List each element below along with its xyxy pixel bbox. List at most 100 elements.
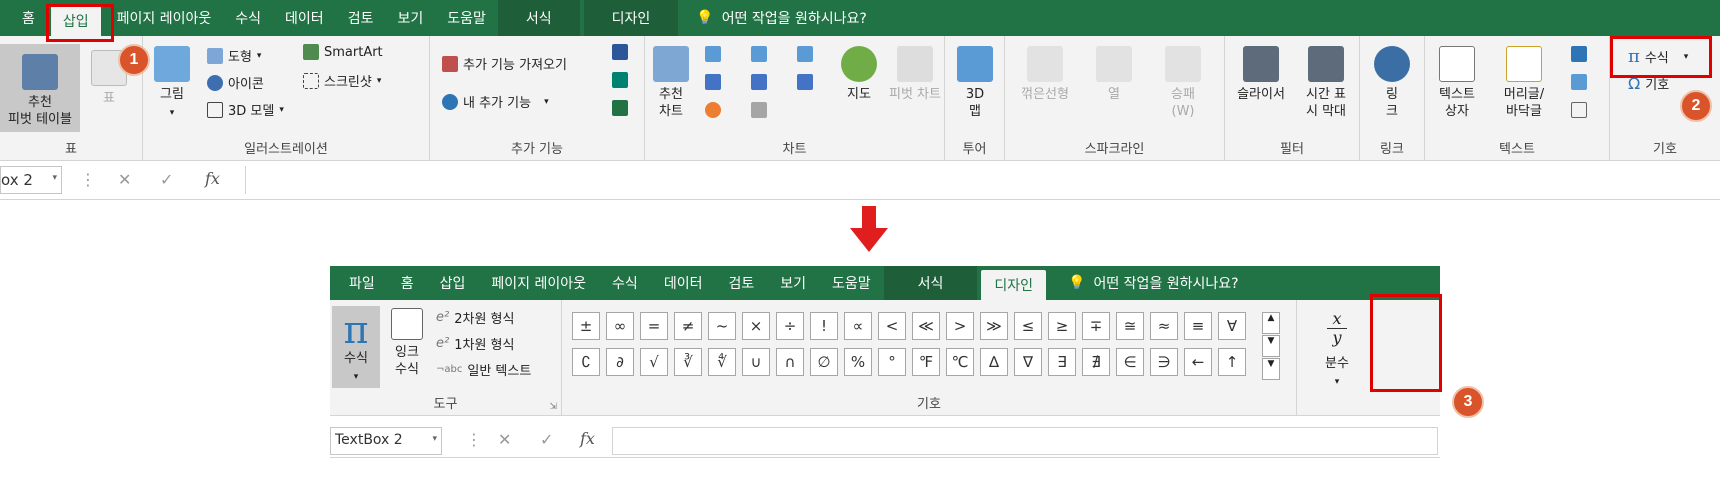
symbol-button[interactable]: ∅ xyxy=(810,348,838,376)
symbol-button[interactable]: ≪ xyxy=(912,312,940,340)
column-chart-icon[interactable] xyxy=(705,46,721,62)
symbol-button[interactable]: ! xyxy=(810,312,838,340)
symbol-button[interactable]: ∆ xyxy=(980,348,1008,376)
recommended-charts-button[interactable]: 추천 차트 xyxy=(647,46,695,120)
dialog-launcher-icon[interactable]: ⇲ xyxy=(549,402,557,412)
pivot-chart-button[interactable]: 피벗 차트 xyxy=(885,46,945,103)
symbol-button[interactable]: ° xyxy=(878,348,906,376)
symbol-button[interactable]: ∞ xyxy=(606,312,634,340)
symbol-button[interactable]: > xyxy=(946,312,974,340)
maps-button[interactable]: 지도 xyxy=(839,46,879,103)
symbol-button[interactable]: ∄ xyxy=(1082,348,1110,376)
sparkline-line-button[interactable]: 꺾은선형 xyxy=(1013,46,1077,103)
symbol-button[interactable]: ≈ xyxy=(1150,312,1178,340)
name-box[interactable]: TextBox 2 ▾ xyxy=(330,427,442,455)
picture-button[interactable]: 그림 ▾ xyxy=(149,46,195,122)
smartart-button[interactable]: SmartArt xyxy=(303,44,383,60)
tab-format[interactable]: 서식 xyxy=(497,0,580,36)
tab-data[interactable]: 데이터 xyxy=(651,266,716,300)
symbol-button[interactable]: ∛ xyxy=(674,348,702,376)
sparkline-column-button[interactable]: 열 xyxy=(1089,46,1139,103)
symbol-button[interactable]: ≤ xyxy=(1014,312,1042,340)
sparkline-winloss-button[interactable]: 승패 (W) xyxy=(1155,46,1211,120)
formula-input[interactable] xyxy=(245,166,1720,194)
insert-function-icon[interactable]: fx xyxy=(580,429,595,448)
bing-icon[interactable] xyxy=(612,72,628,88)
hierarchy-chart-icon[interactable] xyxy=(751,46,767,62)
ink-equation-button[interactable]: 잉크 수식 xyxy=(386,308,428,378)
timeline-button[interactable]: 시간 표 시 막대 xyxy=(1295,46,1357,120)
normal-text-button[interactable]: ¬abc 일반 텍스트 xyxy=(436,360,531,379)
symbol-button[interactable]: ≠ xyxy=(674,312,702,340)
enter-icon[interactable]: ✓ xyxy=(160,170,173,189)
tab-page-layout[interactable]: 페이지 레이아웃 xyxy=(478,266,599,300)
tab-home[interactable]: 홈 xyxy=(8,0,47,36)
tab-review[interactable]: 검토 xyxy=(715,266,767,300)
visio-icon[interactable] xyxy=(612,44,628,60)
get-addins-button[interactable]: 추가 기능 가져오기 xyxy=(442,54,567,73)
enter-icon[interactable]: ✓ xyxy=(540,430,553,449)
professional-button[interactable]: e² 2차원 형식 xyxy=(436,308,514,327)
shapes-button[interactable]: 도형 ▾ xyxy=(207,46,261,65)
screenshot-button[interactable]: 스크린샷 ▾ xyxy=(303,71,381,90)
symbol-button[interactable]: ± xyxy=(572,312,600,340)
line-chart-icon[interactable] xyxy=(705,74,721,90)
symbol-button[interactable]: ∁ xyxy=(572,348,600,376)
symbol-button[interactable]: ∃ xyxy=(1048,348,1076,376)
tab-formulas[interactable]: 수식 xyxy=(223,0,273,36)
people-graph-icon[interactable] xyxy=(612,100,628,116)
symbol-button[interactable]: ∂ xyxy=(606,348,634,376)
waterfall-chart-icon[interactable] xyxy=(797,46,813,62)
tell-me-box[interactable]: 💡 어떤 작업을 원하시나요? xyxy=(678,0,867,36)
symbol-button[interactable]: ∈ xyxy=(1116,348,1144,376)
scatter-chart-icon[interactable] xyxy=(751,102,767,118)
cancel-icon[interactable]: ✕ xyxy=(118,170,131,189)
symbol-button[interactable]: ≅ xyxy=(1116,312,1144,340)
slicer-button[interactable]: 슬라이서 xyxy=(1229,46,1293,103)
symbol-button[interactable]: ∇ xyxy=(1014,348,1042,376)
tab-review[interactable]: 검토 xyxy=(336,0,386,36)
symbol-button[interactable]: = xyxy=(640,312,668,340)
symbol-button[interactable]: √ xyxy=(640,348,668,376)
insert-function-icon[interactable]: fx xyxy=(205,169,220,188)
tab-page-layout[interactable]: 페이지 레이아웃 xyxy=(105,0,224,36)
formula-input[interactable] xyxy=(612,427,1438,455)
symbol-button[interactable]: ∀ xyxy=(1218,312,1246,340)
header-footer-button[interactable]: 머리글/ 바닥글 xyxy=(1491,46,1557,120)
object-icon[interactable] xyxy=(1571,102,1587,118)
tab-design[interactable]: 디자인 xyxy=(583,0,679,36)
symbol-button[interactable]: ℉ xyxy=(912,348,940,376)
pie-chart-icon[interactable] xyxy=(705,102,721,118)
symbol-button[interactable]: ÷ xyxy=(776,312,804,340)
3d-map-button[interactable]: 3D 맵 xyxy=(951,46,999,120)
symbol-button[interactable]: ℃ xyxy=(946,348,974,376)
symbol-button[interactable]: ← xyxy=(1184,348,1212,376)
tab-formulas[interactable]: 수식 xyxy=(599,266,651,300)
symbol-button[interactable]: ∜ xyxy=(708,348,736,376)
symbol-button[interactable]: ∋ xyxy=(1150,348,1178,376)
textbox-button[interactable]: 텍스트 상자 xyxy=(1427,46,1487,120)
linear-button[interactable]: e² 1차원 형식 xyxy=(436,334,514,353)
tab-home[interactable]: 홈 xyxy=(388,266,427,300)
tab-file[interactable]: 파일 xyxy=(336,266,388,300)
tab-view[interactable]: 보기 xyxy=(385,0,435,36)
tab-format[interactable]: 서식 xyxy=(883,266,978,300)
cancel-icon[interactable]: ✕ xyxy=(498,430,511,449)
tab-view[interactable]: 보기 xyxy=(767,266,819,300)
scroll-up-icon[interactable]: ▲ xyxy=(1262,312,1280,334)
symbol-button[interactable]: ≡ xyxy=(1184,312,1212,340)
combo-chart-icon[interactable] xyxy=(797,74,813,90)
link-button[interactable]: 링 크 xyxy=(1368,46,1416,120)
symbol-button[interactable]: × xyxy=(742,312,770,340)
my-addins-button[interactable]: 내 추가 기능 ▾ xyxy=(442,92,549,111)
tab-data[interactable]: 데이터 xyxy=(273,0,336,36)
wordart-icon[interactable] xyxy=(1571,46,1587,62)
symbol-button[interactable]: ∝ xyxy=(844,312,872,340)
symbol-button[interactable]: < xyxy=(878,312,906,340)
recommended-pivot-button[interactable]: 추천 피벗 테이블 xyxy=(0,44,80,132)
tab-insert[interactable]: 삽입 xyxy=(427,266,479,300)
statistic-chart-icon[interactable] xyxy=(751,74,767,90)
tab-help[interactable]: 도움말 xyxy=(819,266,884,300)
signature-line-icon[interactable] xyxy=(1571,74,1587,90)
symbol-button[interactable]: ↑ xyxy=(1218,348,1246,376)
